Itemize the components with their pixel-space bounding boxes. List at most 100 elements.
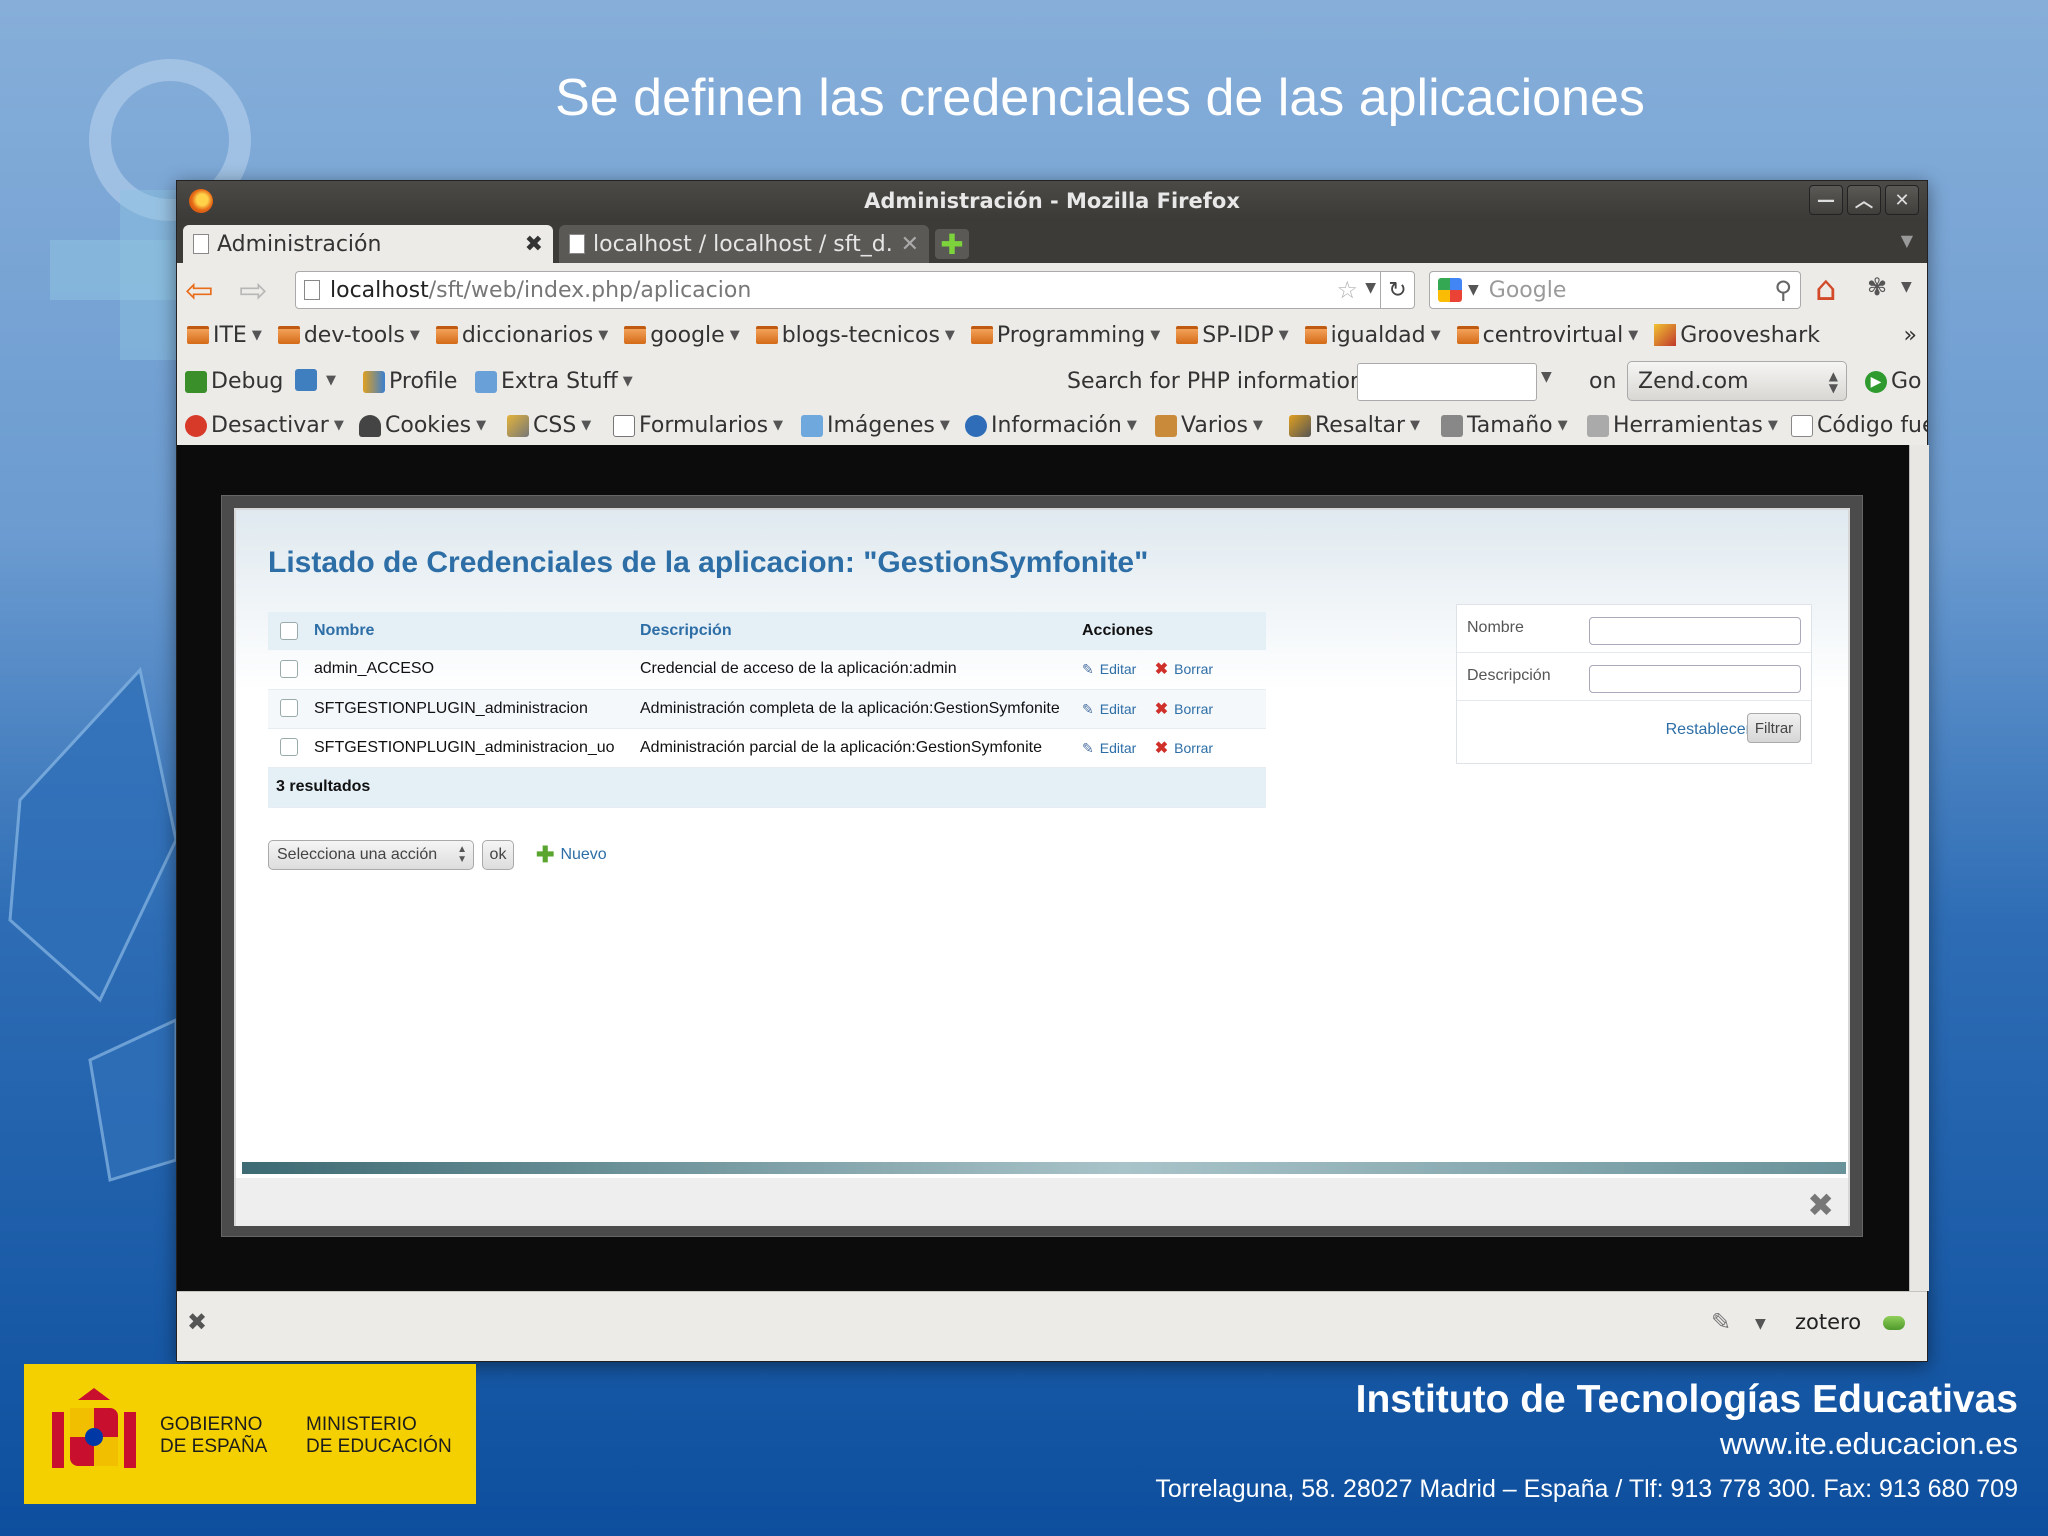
- wd-desactivar[interactable]: Desactivar ▼: [185, 413, 344, 438]
- php-go-button[interactable]: ▶ Go: [1865, 369, 1922, 394]
- addon-dropdown-icon[interactable]: ▼: [1901, 279, 1912, 295]
- php-search-input[interactable]: [1357, 363, 1537, 401]
- cell-name: SFTGESTIONPLUGIN_administracion_uo: [314, 728, 640, 768]
- bookmark-label: SP-IDP: [1202, 322, 1274, 348]
- reset-link[interactable]: Restablecer: [1666, 721, 1751, 739]
- tab-close-icon[interactable]: ✕: [901, 232, 919, 257]
- delete-link[interactable]: ✖ Borrar: [1155, 701, 1213, 718]
- wd-css[interactable]: CSS ▼: [507, 413, 591, 438]
- bookmark-diccionarios[interactable]: diccionarios ▼: [435, 323, 608, 348]
- close-window-button[interactable]: ✕: [1885, 185, 1919, 215]
- debug-button[interactable]: Debug: [185, 369, 283, 394]
- profile-button[interactable]: Profile: [363, 369, 457, 394]
- grooveshark-icon: [1654, 324, 1677, 346]
- dropdown-icon: ▼: [1410, 418, 1421, 433]
- bookmark-google[interactable]: google ▼: [624, 323, 740, 348]
- bookmarks-overflow-chevron-icon[interactable]: »: [1904, 323, 1917, 348]
- ok-button[interactable]: ok: [482, 840, 514, 870]
- delete-link[interactable]: ✖ Borrar: [1155, 661, 1213, 678]
- table-footer-row: 3 resultados: [268, 767, 1266, 808]
- wd-herramientas[interactable]: Herramientas ▼: [1587, 413, 1778, 438]
- wd-imagenes[interactable]: Imágenes ▼: [801, 413, 950, 438]
- crystal-shape: [8, 666, 178, 1182]
- folder-icon: [187, 326, 209, 344]
- php-search-dropdown-icon[interactable]: ▼: [1541, 369, 1552, 385]
- dropdown-icon: ▼: [251, 327, 262, 343]
- minimize-button[interactable]: —: [1809, 185, 1843, 215]
- bookmark-blogs-tecnicos[interactable]: blogs-tecnicos ▼: [755, 323, 955, 348]
- firefox-window: Administración - Mozilla Firefox — ︿ ✕ A…: [176, 180, 1929, 1362]
- row-checkbox[interactable]: [280, 699, 298, 718]
- row-checkbox[interactable]: [280, 738, 298, 757]
- edit-link[interactable]: ✎ Editar: [1082, 701, 1136, 717]
- search-bar[interactable]: ▼ Google ⚲: [1429, 271, 1801, 309]
- zotero-button[interactable]: zotero: [1795, 1310, 1861, 1334]
- bookmark-centrovirtual[interactable]: centrovirtual ▼: [1456, 323, 1638, 348]
- bookmark-igualdad[interactable]: igualdad ▼: [1304, 323, 1441, 348]
- bookmark-ite[interactable]: ITE ▼: [187, 323, 262, 348]
- page-icon: [569, 234, 585, 254]
- notes-dropdown-icon[interactable]: ▼: [1755, 1316, 1766, 1332]
- new-link[interactable]: ✚ Nuevo: [536, 842, 607, 868]
- addon-icon[interactable]: ✾: [1867, 273, 1887, 301]
- bookmark-star-icon[interactable]: ☆: [1336, 276, 1358, 304]
- row-checkbox[interactable]: [280, 660, 298, 679]
- bookmark-grooveshark[interactable]: Grooveshark: [1654, 323, 1820, 348]
- screenshot-button[interactable]: ▼: [295, 369, 336, 391]
- status-bar: ✖ ✎ ▼ zotero: [177, 1291, 1927, 1361]
- tab-close-icon[interactable]: ✖: [525, 232, 543, 257]
- reload-icon[interactable]: ↻: [1380, 271, 1414, 309]
- filter-row-description: Descripción: [1457, 653, 1811, 701]
- tab-strip: Administración ✖ localhost / localhost /…: [177, 221, 1927, 263]
- maximize-button[interactable]: ︿: [1847, 185, 1881, 215]
- tab-list-chevron-icon[interactable]: ▼: [1901, 231, 1913, 250]
- wd-resaltar[interactable]: Resaltar ▼: [1289, 413, 1420, 438]
- bookmark-dev-tools[interactable]: dev-tools ▼: [277, 323, 420, 348]
- wd-informacion[interactable]: Información ▼: [965, 413, 1137, 438]
- bookmark-programming[interactable]: Programming ▼: [970, 323, 1160, 348]
- column-header-name[interactable]: Nombre: [314, 612, 640, 650]
- php-search-label: Search for PHP information:: [1067, 369, 1372, 394]
- wd-tamano[interactable]: Tamaño ▼: [1441, 413, 1568, 438]
- notes-icon[interactable]: ✎: [1711, 1308, 1731, 1336]
- back-arrow-icon[interactable]: ⇦: [185, 271, 214, 311]
- modal-close-icon[interactable]: ✖: [1807, 1186, 1834, 1224]
- delete-link[interactable]: ✖ Borrar: [1155, 740, 1213, 757]
- close-addon-bar-icon[interactable]: ✖: [187, 1308, 207, 1336]
- page-icon: [304, 280, 320, 300]
- wd-cookies[interactable]: Cookies ▼: [359, 413, 486, 438]
- filter-name-input[interactable]: [1589, 617, 1801, 645]
- credentials-table: Nombre Descripción Acciones admin_ACCESO…: [268, 612, 1266, 808]
- column-header-description[interactable]: Descripción: [640, 612, 1082, 650]
- google-icon[interactable]: [1438, 278, 1462, 302]
- new-tab-button[interactable]: ✚: [935, 228, 969, 261]
- wd-codigo-fuente[interactable]: Código fue: [1791, 413, 1927, 438]
- wd-formularios[interactable]: Formularios ▼: [613, 413, 783, 438]
- php-site-select[interactable]: Zend.com ▲ ▼: [1627, 361, 1847, 401]
- select-all-checkbox[interactable]: [280, 621, 298, 640]
- forward-arrow-icon[interactable]: ⇨: [239, 271, 268, 311]
- pencil-icon: ✎: [1082, 739, 1094, 756]
- window-titlebar: Administración - Mozilla Firefox — ︿ ✕: [177, 181, 1927, 221]
- filter-button[interactable]: Filtrar: [1747, 713, 1801, 743]
- wd-label: Resaltar: [1315, 413, 1406, 438]
- extra-stuff-button[interactable]: Extra Stuff ▼: [475, 369, 633, 394]
- url-history-dropdown-icon[interactable]: ▼: [1365, 280, 1376, 296]
- edit-link[interactable]: ✎ Editar: [1082, 661, 1136, 677]
- tab-administracion[interactable]: Administración ✖: [183, 225, 553, 263]
- modal-divider: [242, 1162, 1846, 1174]
- batch-action-select[interactable]: Selecciona una acción ▲ ▼: [268, 840, 474, 870]
- vertical-scrollbar[interactable]: [1909, 445, 1929, 1291]
- wd-varios[interactable]: Varios ▼: [1155, 413, 1263, 438]
- edit-label: Editar: [1099, 661, 1137, 678]
- dropdown-icon: ▼: [944, 327, 955, 343]
- tab-localhost[interactable]: localhost / localhost / sft_d... ✕: [559, 225, 929, 263]
- filter-description-input[interactable]: [1589, 665, 1801, 693]
- search-engine-dropdown-icon[interactable]: ▼: [1468, 282, 1479, 298]
- bookmark-sp-idp[interactable]: SP-IDP ▼: [1176, 322, 1289, 348]
- home-icon[interactable]: ⌂: [1815, 269, 1837, 309]
- edit-link[interactable]: ✎ Editar: [1082, 740, 1136, 756]
- dropdown-icon: ▼: [1557, 418, 1568, 433]
- search-icon[interactable]: ⚲: [1774, 276, 1792, 304]
- url-bar[interactable]: localhost/sft/web/index.php/aplicacion ☆…: [295, 271, 1415, 309]
